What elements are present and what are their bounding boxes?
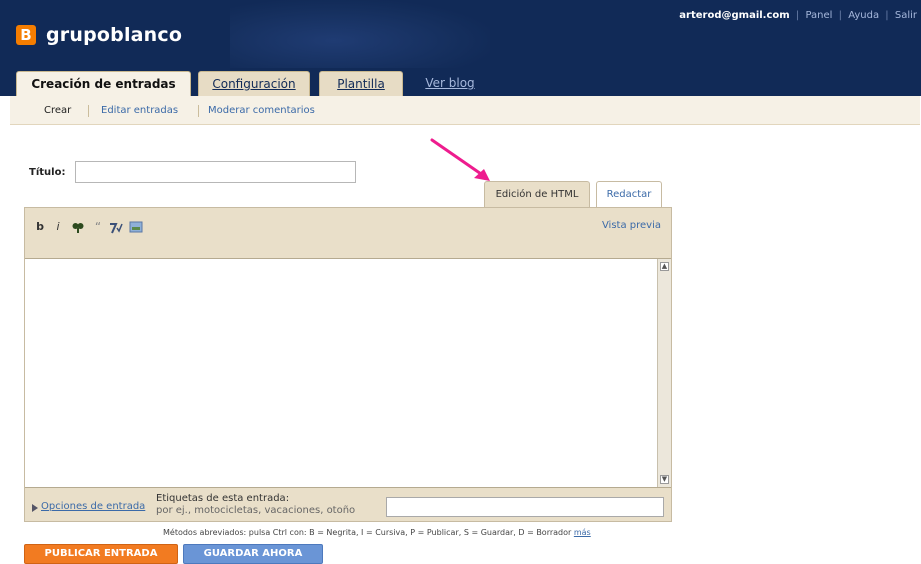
tab-compose[interactable]: Redactar: [596, 181, 662, 208]
bold-icon[interactable]: b: [33, 220, 47, 234]
post-options-link[interactable]: Opciones de entrada: [41, 501, 145, 512]
annotation-arrow-icon: [430, 138, 490, 181]
italic-icon[interactable]: i: [51, 220, 65, 234]
tab-label: Configuración: [212, 77, 296, 91]
title-label: Título:: [29, 167, 66, 178]
user-email: arterod@gmail.com: [679, 10, 790, 21]
labels-title: Etiquetas de esta entrada:: [156, 493, 290, 504]
subnav-moderate-comments[interactable]: Moderar comentarios: [208, 105, 315, 116]
tab-label: Creación de entradas: [31, 77, 176, 91]
blogger-logo-icon[interactable]: B: [16, 25, 36, 45]
separator: |: [838, 10, 842, 21]
separator: |: [885, 10, 889, 21]
post-options-row: Opciones de entrada Etiquetas de esta en…: [25, 492, 671, 522]
subnav-edit-posts[interactable]: Editar entradas: [101, 105, 178, 116]
help-link[interactable]: Ayuda: [848, 10, 879, 21]
tab-edit-html[interactable]: Edición de HTML: [484, 181, 590, 208]
tab-settings[interactable]: Configuración: [198, 71, 310, 96]
link-icon[interactable]: [71, 220, 85, 234]
image-icon[interactable]: [129, 220, 143, 234]
shortcuts-more-link[interactable]: más: [574, 528, 591, 537]
divider: [198, 105, 199, 117]
scroll-down-icon[interactable]: ▼: [660, 475, 669, 484]
separator: |: [795, 10, 800, 21]
blog-name[interactable]: grupoblanco: [46, 24, 182, 46]
publish-button[interactable]: PUBLICAR ENTRADA: [24, 544, 178, 564]
quote-icon[interactable]: “: [91, 220, 105, 234]
post-title-input[interactable]: [75, 161, 356, 183]
scrollbar[interactable]: ▲ ▼: [657, 259, 671, 487]
panel-link[interactable]: Panel: [805, 10, 832, 21]
main-tabs: Creación de entradas Configuración Plant…: [0, 68, 921, 96]
spellcheck-icon[interactable]: [109, 220, 123, 234]
blogger-header: B grupoblanco arterod@gmail.com | Panel …: [0, 0, 921, 68]
save-now-button[interactable]: GUARDAR AHORA: [183, 544, 323, 564]
tab-label: Ver blog: [425, 76, 475, 90]
user-links: arterod@gmail.com | Panel | Ayuda | Sali…: [679, 10, 917, 21]
header-decoration: [230, 0, 490, 68]
subnav-create[interactable]: Crear: [44, 105, 71, 116]
keyboard-shortcuts-hint: Métodos abreviados: pulsa Ctrl con: B = …: [163, 528, 591, 537]
preview-link[interactable]: Vista previa: [602, 220, 661, 231]
sub-navigation: Crear Editar entradas Moderar comentario…: [10, 96, 920, 125]
scroll-up-icon[interactable]: ▲: [660, 262, 669, 271]
post-editor: b i “ Vista previa ▲ ▼ Opciones de entra…: [24, 207, 672, 522]
tab-view-blog[interactable]: Ver blog: [410, 71, 490, 96]
labels-input[interactable]: [386, 497, 664, 517]
divider: [88, 105, 89, 117]
logout-link[interactable]: Salir: [895, 10, 917, 21]
shortcuts-text: Métodos abreviados: pulsa Ctrl con: B = …: [163, 528, 572, 537]
tab-label: Plantilla: [337, 77, 385, 91]
tab-template[interactable]: Plantilla: [319, 71, 403, 96]
post-body-textarea[interactable]: ▲ ▼: [25, 258, 671, 488]
tab-posting[interactable]: Creación de entradas: [16, 71, 191, 96]
labels-example: por ej., motocicletas, vacaciones, otoño: [156, 505, 356, 516]
expand-triangle-icon[interactable]: [32, 504, 38, 512]
